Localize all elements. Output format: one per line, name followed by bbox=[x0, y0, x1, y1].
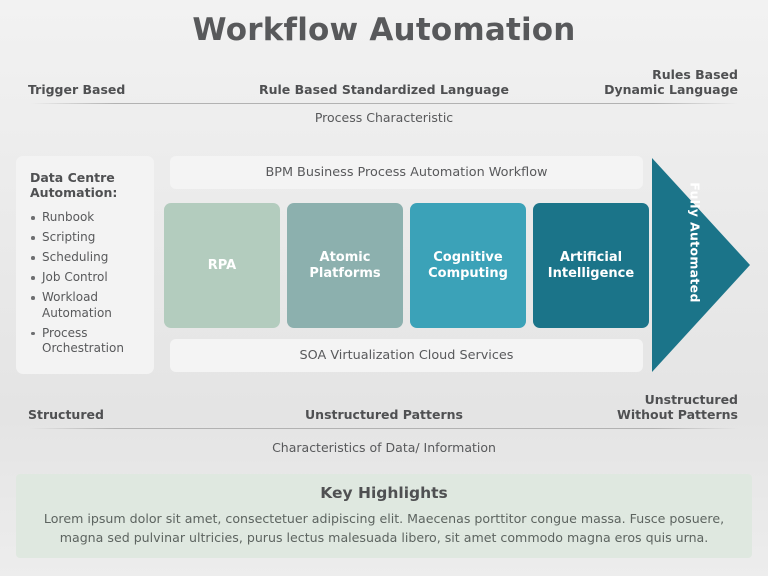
stage-label: Cognitive Computing bbox=[428, 250, 508, 282]
bpm-bar: BPM Business Process Automation Workflow bbox=[170, 156, 643, 189]
stage-box-cognitive-computing[interactable]: Cognitive Computing bbox=[410, 203, 526, 328]
bottom-axis-label-right: Unstructured Without Patterns bbox=[617, 392, 738, 422]
sidebar-item-list: Runbook Scripting Scheduling Job Control… bbox=[30, 210, 144, 357]
list-item: Scripting bbox=[30, 230, 144, 246]
sidebar-title-line2: Automation: bbox=[30, 185, 118, 200]
slide-canvas: Workflow Automation Trigger Based Rule B… bbox=[0, 0, 768, 576]
list-item: Process Orchestration bbox=[30, 326, 144, 357]
stage-label-line1: Cognitive bbox=[433, 249, 503, 265]
stage-label-line2: Platforms bbox=[309, 265, 381, 281]
list-item: Workload Automation bbox=[30, 290, 144, 321]
stage-box-atomic-platforms[interactable]: Atomic Platforms bbox=[287, 203, 403, 328]
stage-box-artificial-intelligence[interactable]: Artificial Intelligence bbox=[533, 203, 649, 328]
stage-label-line2: Intelligence bbox=[547, 265, 635, 281]
arrow-label-line2: Automated bbox=[687, 222, 703, 303]
arrow-label-line1: Fully bbox=[687, 182, 703, 218]
bottom-axis-label-right-line2: Without Patterns bbox=[617, 407, 738, 422]
list-item: Scheduling bbox=[30, 250, 144, 266]
sidebar-title-line1: Data Centre bbox=[30, 170, 115, 185]
process-characteristic-caption: Process Characteristic bbox=[314, 110, 454, 125]
bottom-axis-labels: Structured Unstructured Patterns Unstruc… bbox=[0, 385, 768, 425]
soa-bar: SOA Virtualization Cloud Services bbox=[170, 339, 643, 372]
diagram-area: Data Centre Automation: Runbook Scriptin… bbox=[0, 150, 768, 378]
list-item: Runbook bbox=[30, 210, 144, 226]
bottom-divider bbox=[30, 428, 738, 429]
stage-label-line1: Artificial bbox=[559, 249, 623, 265]
top-axis-label-right-line1: Rules Based bbox=[652, 67, 738, 82]
key-highlights-body: Lorem ipsum dolor sit amet, consectetuer… bbox=[43, 511, 725, 545]
fully-automated-arrow: Fully Automated bbox=[652, 158, 750, 372]
bottom-axis-label-right-line1: Unstructured bbox=[644, 392, 738, 407]
page-title: Workflow Automation bbox=[192, 12, 576, 48]
top-divider bbox=[30, 103, 738, 104]
stage-label-line1: Atomic bbox=[319, 249, 371, 265]
data-centre-automation-card: Data Centre Automation: Runbook Scriptin… bbox=[16, 156, 154, 374]
arrow-label: Fully Automated bbox=[688, 168, 703, 318]
stage-label-line2: Computing bbox=[428, 265, 508, 281]
key-highlights-title: Key Highlights bbox=[320, 484, 448, 502]
stage-boxes: RPA Atomic Platforms Cognitive Computing… bbox=[164, 203, 651, 328]
stage-label: Artificial Intelligence bbox=[548, 250, 634, 282]
key-highlights-panel: Key Highlights Lorem ipsum dolor sit ame… bbox=[16, 474, 752, 558]
stage-box-rpa[interactable]: RPA bbox=[164, 203, 280, 328]
stage-label: Atomic Platforms bbox=[309, 250, 380, 282]
stage-label: RPA bbox=[207, 257, 237, 273]
list-item: Job Control bbox=[30, 270, 144, 286]
sidebar-title: Data Centre Automation: bbox=[30, 170, 144, 200]
data-characteristics-caption: Characteristics of Data/ Information bbox=[272, 440, 496, 455]
top-axis-labels: Trigger Based Rule Based Standardized La… bbox=[0, 58, 768, 100]
top-axis-label-right: Rules Based Dynamic Language bbox=[604, 67, 738, 97]
top-axis-label-right-line2: Dynamic Language bbox=[604, 82, 738, 97]
